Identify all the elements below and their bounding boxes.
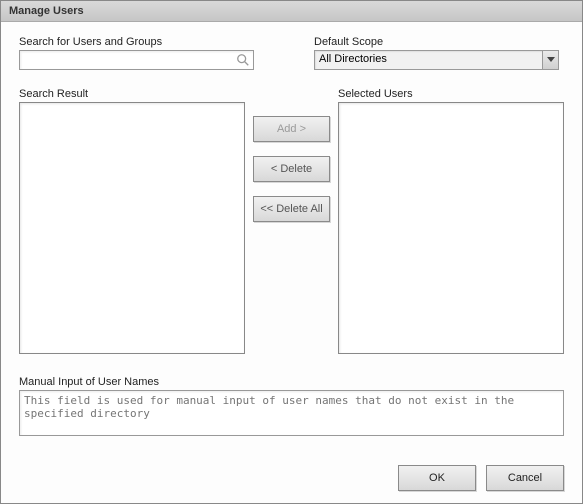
manage-users-dialog: Manage Users Search for Users and Groups…: [0, 0, 583, 504]
selected-users-label: Selected Users: [338, 88, 564, 100]
search-group: Search for Users and Groups: [19, 36, 254, 70]
selected-users-list[interactable]: [338, 102, 564, 354]
transfer-buttons: Add > < Delete << Delete All: [253, 88, 330, 354]
scope-select[interactable]: All Directories: [314, 50, 559, 70]
ok-button[interactable]: OK: [398, 465, 476, 491]
cancel-button[interactable]: Cancel: [486, 465, 564, 491]
selected-users-group: Selected Users: [338, 88, 564, 354]
manual-input-textarea[interactable]: [19, 390, 564, 436]
dialog-content: Search for Users and Groups Default Scop…: [1, 22, 582, 455]
top-row: Search for Users and Groups Default Scop…: [19, 36, 564, 70]
dialog-title: Manage Users: [1, 1, 582, 22]
delete-button[interactable]: < Delete: [253, 156, 330, 182]
search-result-label: Search Result: [19, 88, 245, 100]
search-icon: [236, 53, 250, 67]
scope-label: Default Scope: [314, 36, 564, 48]
middle-row: Search Result Add > < Delete << Delete A…: [19, 88, 564, 354]
search-result-list[interactable]: [19, 102, 245, 354]
scope-group: Default Scope All Directories: [314, 36, 564, 70]
add-button[interactable]: Add >: [253, 116, 330, 142]
manual-input-group: Manual Input of User Names: [19, 376, 564, 439]
search-label: Search for Users and Groups: [19, 36, 254, 48]
dialog-footer: OK Cancel: [1, 455, 582, 503]
delete-all-button[interactable]: << Delete All: [253, 196, 330, 222]
search-result-group: Search Result: [19, 88, 245, 354]
manual-input-label: Manual Input of User Names: [19, 376, 564, 388]
scope-select-wrap: All Directories: [314, 50, 559, 70]
search-input[interactable]: [19, 50, 254, 70]
search-wrap: [19, 50, 254, 70]
